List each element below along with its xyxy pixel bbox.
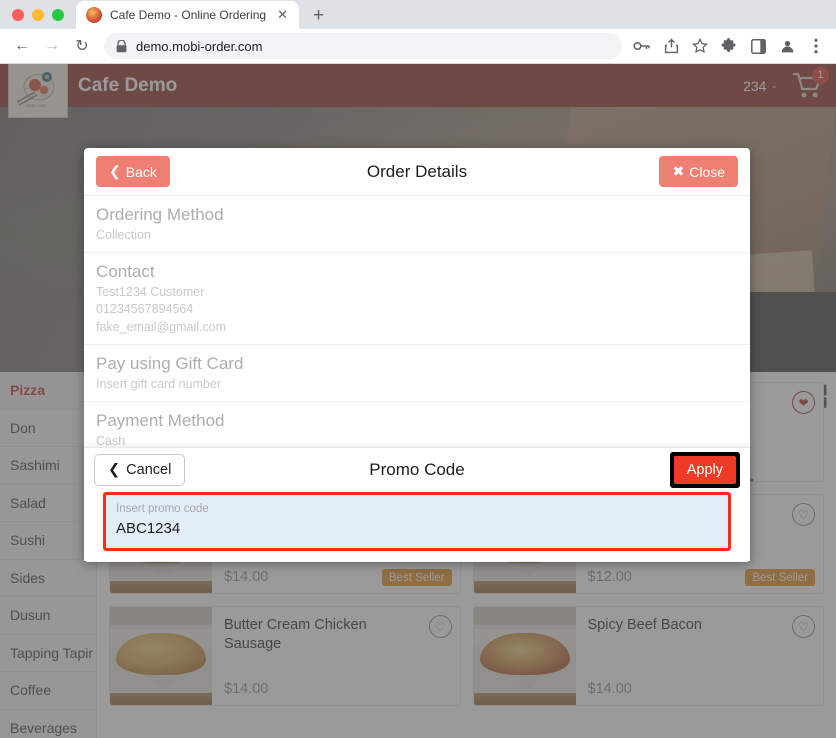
detail-value-name: Test1234 Customer [96, 284, 205, 299]
back-button-label: Back [125, 163, 157, 180]
cancel-button[interactable]: ❮ Cancel [94, 454, 186, 486]
sidepanel-icon[interactable] [746, 34, 770, 58]
reload-icon[interactable]: ↻ [68, 32, 96, 60]
browser-tab[interactable]: Cafe Demo - Online Ordering ✕ [76, 1, 299, 29]
modal-header: ❮ Back Order Details ✖ Close [84, 148, 750, 196]
new-tab-button[interactable]: + [313, 5, 324, 27]
chevron-left-icon: ❮ [108, 462, 121, 478]
back-button[interactable]: ❮ Back [96, 156, 170, 187]
detail-label: Ordering Method [96, 205, 224, 224]
cancel-button-label: Cancel [126, 462, 172, 478]
close-button-label: Close [689, 163, 725, 180]
toolbar-icon-group [630, 34, 828, 58]
detail-value: Insert gift card number [96, 376, 222, 391]
browser-toolbar: ← → ↻ demo.mobi-order.com [0, 29, 836, 64]
browser-tab-strip: Cafe Demo - Online Ordering ✕ + [0, 0, 836, 29]
key-icon[interactable] [630, 34, 654, 58]
detail-value-phone: 01234567894564 [96, 302, 194, 317]
maximize-window-button[interactable] [52, 8, 64, 21]
close-icon: ✖ [672, 163, 685, 179]
modal-title: Order Details [366, 161, 468, 181]
window-controls [10, 0, 76, 29]
detail-value-email: fake_email@gmail.com [96, 320, 227, 335]
detail-label: Contact [96, 261, 155, 281]
detail-label: Payment Method [96, 410, 225, 430]
promo-header: ❮ Cancel Promo Code Apply [84, 448, 750, 492]
tab-title: Cafe Demo - Online Ordering [110, 8, 267, 22]
star-icon[interactable] [688, 34, 712, 58]
apply-button-highlight: Apply [669, 452, 740, 488]
minimize-window-button[interactable] [32, 8, 44, 21]
forward-arrow-icon[interactable]: → [38, 32, 66, 60]
extensions-icon[interactable] [717, 34, 741, 58]
profile-icon[interactable] [775, 34, 799, 58]
detail-row-contact[interactable]: Contact Test1234 Customer 01234567894564… [84, 253, 750, 345]
promo-input-highlight: Insert promo code ABC1234 [103, 492, 731, 551]
detail-value: Collection [96, 227, 151, 242]
detail-row-ordering-method[interactable]: Ordering Method Collection [84, 196, 750, 253]
apply-button[interactable]: Apply [673, 456, 736, 484]
promo-code-panel: ❮ Cancel Promo Code Apply Insert promo c… [84, 447, 750, 561]
promo-code-input[interactable]: Insert promo code ABC1234 [106, 495, 728, 548]
web-page: MOBI CAFE Cafe Demo 234 ⌄ 1 Pizza Don [0, 64, 836, 738]
detail-label: Pay using Gift Card [96, 353, 244, 373]
close-button[interactable]: ✖ Close [659, 156, 738, 187]
detail-row-gift-card[interactable]: Pay using Gift Card Insert gift card num… [84, 345, 750, 402]
lock-icon [116, 39, 127, 52]
cafe-favicon [86, 7, 102, 23]
chevron-left-icon: ❮ [109, 163, 121, 179]
close-window-button[interactable] [12, 8, 24, 21]
promo-input-value: ABC1234 [116, 520, 181, 538]
close-icon[interactable]: ✕ [274, 7, 291, 23]
share-icon[interactable] [659, 34, 683, 58]
address-bar[interactable]: demo.mobi-order.com [104, 33, 622, 59]
back-arrow-icon[interactable]: ← [8, 32, 36, 60]
promo-input-placeholder: Insert promo code [116, 503, 209, 515]
screenshot-root: Cafe Demo - Online Ordering ✕ + ← → ↻ de… [0, 0, 836, 738]
menu-icon[interactable] [804, 34, 828, 58]
url-text: demo.mobi-order.com [136, 38, 263, 54]
